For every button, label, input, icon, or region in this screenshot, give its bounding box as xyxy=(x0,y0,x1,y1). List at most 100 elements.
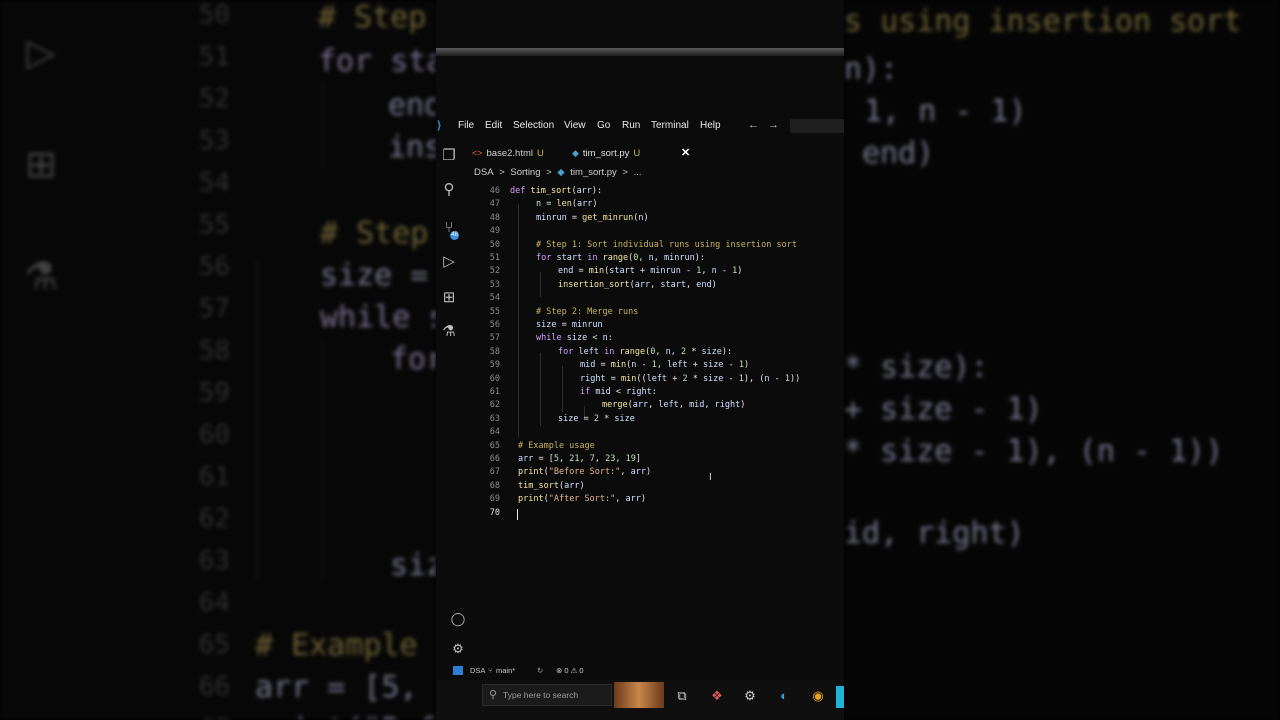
breadcrumb-more[interactable]: ... xyxy=(634,167,642,178)
background-right: s using insertion sort n): 1, n - 1) end) * … xyxy=(844,0,1280,720)
command-center[interactable] xyxy=(790,119,844,133)
code-editor[interactable]: I 46 def tim_sort(arr): 47 n = len(arr) 48 mi… xyxy=(466,186,844,526)
code-line: def tim_sort(arr): xyxy=(510,186,603,196)
bg-code-fragment: size = xyxy=(320,258,429,293)
bg-code-fragment: * size - 1), (n - 1)) xyxy=(844,434,1224,469)
bg-extensions-icon: ⊞ xyxy=(25,144,57,186)
code-line: print("Before Sort:", arr) xyxy=(518,467,652,478)
testing-icon[interactable]: ⚗ xyxy=(439,322,459,342)
breadcrumb-sorting[interactable]: Sorting xyxy=(510,167,540,178)
line-number: 62 xyxy=(489,400,500,411)
tab-base2-html[interactable]: <> base2.html U xyxy=(472,143,544,163)
bg-guide xyxy=(322,80,324,170)
bg-line-number: 54 xyxy=(198,168,230,198)
indent-guide xyxy=(562,366,563,412)
bg-line-number: 62 xyxy=(198,504,230,534)
bg-code-fragment: 1, n - 1) xyxy=(864,94,1027,129)
tab-tim-sort-py[interactable]: ◆ tim_sort.py U xyxy=(572,143,640,163)
account-icon[interactable]: ◯ xyxy=(450,611,466,627)
bg-code-fragment: ins xyxy=(388,130,436,165)
status-workspace[interactable]: DSA xyxy=(470,666,485,675)
breadcrumb: DSA > Sorting > ◆ tim_sort.py > ... xyxy=(474,167,645,181)
code-line: if mid < right: xyxy=(580,387,657,397)
code-line: for start in range(0, n, minrun): xyxy=(536,253,706,263)
tab-label: tim_sort.py xyxy=(582,148,630,159)
back-arrow-icon[interactable]: ← xyxy=(748,119,759,131)
bg-code-fragment: * size): xyxy=(844,350,989,385)
menu-run[interactable]: Run xyxy=(622,120,640,131)
menu-view[interactable]: View xyxy=(564,120,586,131)
python-file-icon: ◆ xyxy=(557,167,565,178)
indent-guide xyxy=(540,272,541,297)
line-number: 47 xyxy=(489,199,500,210)
extensions-icon[interactable]: ⊞ xyxy=(439,288,459,308)
sync-icon[interactable]: ↻ xyxy=(537,666,543,675)
taskbar-search-input[interactable]: ⚲ Type here to search xyxy=(482,684,612,706)
indent-guide xyxy=(518,204,519,438)
tab-label: base2.html xyxy=(486,148,533,159)
code-line: mid = min(n - 1, left + size - 1) xyxy=(580,360,750,371)
menu-go[interactable]: Go xyxy=(597,120,610,131)
remote-indicator-icon[interactable] xyxy=(453,666,463,675)
code-comment: # Step 2: Merge runs xyxy=(536,306,639,317)
menu-edit[interactable]: Edit xyxy=(485,120,502,131)
bg-code-fragment: arr = [5, 2 xyxy=(255,670,436,705)
bg-line-number: 51 xyxy=(198,42,230,72)
bg-guide xyxy=(256,260,258,580)
windows-taskbar: ⚲ Type here to search ⧉ ❖ ⚙ ◐ ◉ xyxy=(436,680,844,720)
bg-debug-icon: ▷ xyxy=(26,32,56,74)
bg-code-fragment: print("Befo xyxy=(255,712,436,720)
status-bar: DSA ⑂ main* ↻ ⊗ 0 ⚠ 0 xyxy=(436,664,844,678)
search-placeholder: Type here to search xyxy=(503,690,579,700)
menu-file[interactable]: File xyxy=(458,120,474,131)
line-number: 49 xyxy=(489,226,500,237)
explorer-icon[interactable]: ❐ xyxy=(439,146,459,166)
bg-line-number: 58 xyxy=(198,336,230,366)
code-line: arr = [5, 21, 7, 23, 19] xyxy=(518,454,641,464)
line-number: 65 xyxy=(489,440,500,451)
bg-code-fragment: s using insertion sort xyxy=(844,4,1242,39)
breadcrumb-separator: > xyxy=(622,167,628,178)
menu-selection[interactable]: Selection xyxy=(513,120,554,131)
edge-browser-icon[interactable]: ◐ xyxy=(774,686,794,706)
bg-code-fragment: # Example u xyxy=(255,628,436,663)
run-debug-icon[interactable]: ▷ xyxy=(439,252,459,272)
breadcrumb-dsa[interactable]: DSA xyxy=(474,167,494,178)
line-number: 46 xyxy=(489,186,500,196)
search-icon[interactable]: ⚲ xyxy=(439,180,459,200)
background-left: ▷ ⊞ ⚗ 50 51 52 53 54 55 56 57 58 59 60 61 62 63 64 65 66… xyxy=(0,0,436,720)
status-problems[interactable]: ⊗ 0 ⚠ 0 xyxy=(556,666,584,675)
breadcrumb-separator: > xyxy=(499,167,505,178)
menu-terminal[interactable]: Terminal xyxy=(651,120,689,131)
bg-line-number: 57 xyxy=(198,294,230,324)
status-branch[interactable]: main* xyxy=(496,666,515,675)
line-number: 61 xyxy=(489,387,500,397)
chrome-browser-icon[interactable]: ◉ xyxy=(808,686,828,706)
bg-line-number: 67 xyxy=(199,714,230,720)
close-tab-icon[interactable]: ✕ xyxy=(681,146,690,159)
app-icon[interactable]: ⚙ xyxy=(740,686,760,706)
mouse-ibeam-icon: I xyxy=(709,472,712,483)
breadcrumb-file[interactable]: tim_sort.py xyxy=(570,167,616,178)
python-file-icon: ◆ xyxy=(572,148,579,158)
line-number: 55 xyxy=(489,306,500,317)
search-highlight-image[interactable] xyxy=(614,682,664,708)
line-number: 69 xyxy=(489,494,500,505)
background-activity-bar: ▷ ⊞ ⚗ xyxy=(0,0,80,720)
code-comment: # Example usage xyxy=(518,440,595,451)
line-number: 66 xyxy=(489,454,500,464)
copilot-icon[interactable]: ❖ xyxy=(707,686,727,706)
settings-gear-icon[interactable]: ⚙ xyxy=(450,641,466,657)
forward-arrow-icon[interactable]: → xyxy=(768,119,779,131)
line-number: 56 xyxy=(489,320,500,330)
bg-code-fragment: while s xyxy=(320,300,436,335)
line-number: 59 xyxy=(489,360,500,371)
monitor-glare xyxy=(436,48,844,56)
line-number: 53 xyxy=(489,279,500,290)
modified-indicator: U xyxy=(537,148,544,159)
menu-help[interactable]: Help xyxy=(700,120,721,131)
bg-code-fragment: n): xyxy=(844,52,899,87)
task-view-icon[interactable]: ⧉ xyxy=(672,686,692,706)
bg-line-number: 63 xyxy=(198,546,230,576)
bg-code-fragment: # Step xyxy=(318,0,427,35)
